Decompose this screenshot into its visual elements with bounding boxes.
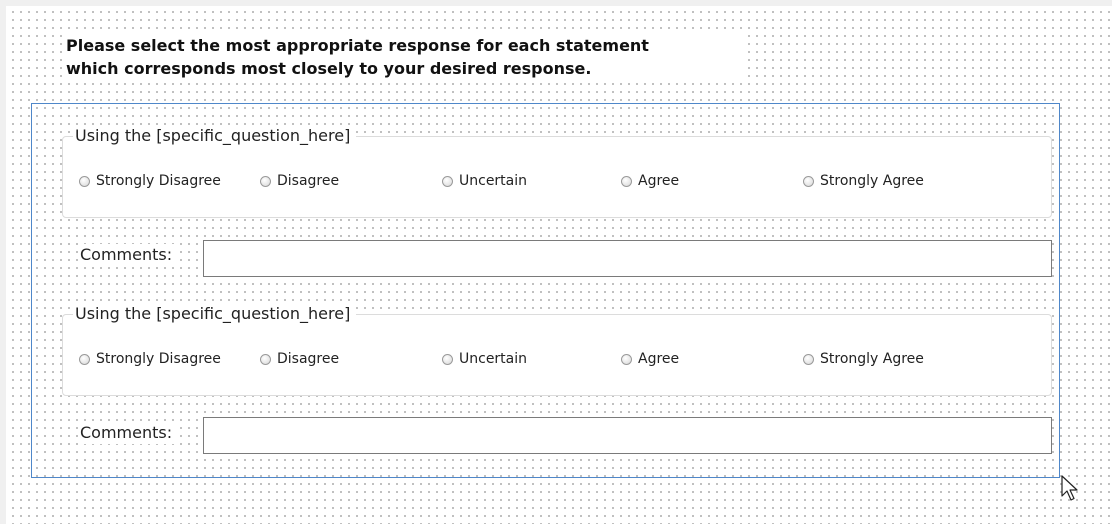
option-label: Disagree: [277, 173, 340, 189]
q1-option-agree[interactable]: Agree: [621, 173, 679, 189]
q2-option-disagree[interactable]: Disagree: [260, 351, 339, 367]
radio-button-icon[interactable]: [803, 175, 814, 187]
q2-option-strongly-agree[interactable]: Strongly Agree: [803, 351, 924, 367]
option-label: Strongly Disagree: [96, 173, 221, 189]
option-label: Uncertain: [459, 351, 528, 367]
instructions-line-1: Please select the most appropriate respo…: [66, 36, 649, 55]
q1-option-strongly-disagree[interactable]: Strongly Disagree: [79, 173, 221, 189]
option-label: Uncertain: [459, 173, 528, 189]
q2-option-agree[interactable]: Agree: [621, 351, 679, 367]
radio-button-icon[interactable]: [442, 175, 453, 187]
option-label: Agree: [638, 173, 680, 189]
mouse-pointer-icon: [1061, 475, 1078, 501]
option-label: Strongly Agree: [820, 351, 924, 367]
option-label: Disagree: [277, 351, 340, 367]
radio-button-icon[interactable]: [621, 175, 632, 187]
q1-option-disagree[interactable]: Disagree: [260, 173, 339, 189]
q2-comments-input[interactable]: [203, 417, 1052, 454]
q2-comments-label: Comments:: [78, 422, 175, 444]
radio-button-icon[interactable]: [260, 175, 271, 187]
option-label: Strongly Agree: [820, 173, 924, 189]
question-1-legend: Using the [specific_question_here]: [73, 125, 357, 147]
q1-option-strongly-agree[interactable]: Strongly Agree: [803, 173, 924, 189]
q1-comments-input[interactable]: [203, 240, 1052, 277]
instructions-text: Please select the most appropriate respo…: [66, 34, 746, 80]
question-2-groupbox: Using the [specific_question_here] Stron…: [62, 303, 1052, 396]
radio-button-icon[interactable]: [260, 353, 271, 365]
option-label: Strongly Disagree: [96, 351, 221, 367]
q2-option-strongly-disagree[interactable]: Strongly Disagree: [79, 351, 221, 367]
instructions-line-2: which corresponds most closely to your d…: [66, 59, 592, 78]
q1-comments-label: Comments:: [78, 244, 175, 266]
radio-button-icon[interactable]: [803, 353, 814, 365]
radio-button-icon[interactable]: [442, 353, 453, 365]
question-1-groupbox: Using the [specific_question_here] Stron…: [62, 125, 1052, 218]
radio-button-icon[interactable]: [79, 353, 90, 365]
q2-option-uncertain[interactable]: Uncertain: [442, 351, 527, 367]
question-2-legend: Using the [specific_question_here]: [73, 303, 357, 325]
q1-option-uncertain[interactable]: Uncertain: [442, 173, 527, 189]
option-label: Agree: [638, 351, 680, 367]
radio-button-icon[interactable]: [621, 353, 632, 365]
radio-button-icon[interactable]: [79, 175, 90, 187]
